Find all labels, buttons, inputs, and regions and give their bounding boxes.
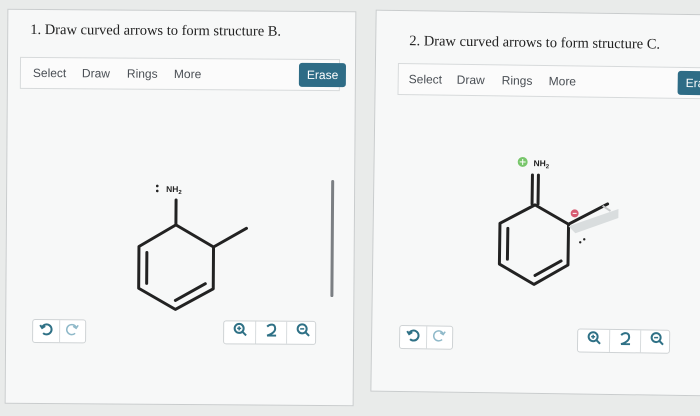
- zoom-controls: [223, 320, 319, 345]
- reset-zoom-icon[interactable]: [255, 321, 288, 344]
- zoom-in-icon[interactable]: [224, 321, 255, 343]
- structure-c: [497, 173, 610, 286]
- nh2-label: NH2: [166, 184, 182, 196]
- zoom-controls: [576, 328, 673, 354]
- undo-icon[interactable]: [399, 326, 428, 349]
- reset-zoom-icon[interactable]: [608, 329, 642, 353]
- arrow-head-icon: [602, 204, 612, 212]
- redo-icon[interactable]: [59, 320, 85, 342]
- history-controls: [32, 318, 87, 344]
- molecule-canvas-1[interactable]: NH2: [6, 10, 356, 405]
- structure-b: [137, 198, 248, 311]
- zoom-out-icon[interactable]: [639, 330, 673, 353]
- lone-pair-dot: [579, 241, 582, 244]
- zoom-in-icon[interactable]: [578, 330, 609, 352]
- redo-icon[interactable]: [426, 326, 452, 348]
- lone-pair-dot: [583, 238, 586, 241]
- undo-icon[interactable]: [33, 319, 61, 343]
- nh2-label: NH2: [534, 158, 550, 170]
- history-controls: [398, 325, 454, 350]
- question-1-panel: 1. Draw curved arrows to form structure …: [4, 8, 357, 407]
- lone-pair-dot: [155, 184, 159, 188]
- question-2-panel: 2. Draw curved arrows to form structure …: [370, 9, 700, 397]
- zoom-out-icon[interactable]: [286, 321, 319, 344]
- lone-pair-dot: [155, 189, 159, 193]
